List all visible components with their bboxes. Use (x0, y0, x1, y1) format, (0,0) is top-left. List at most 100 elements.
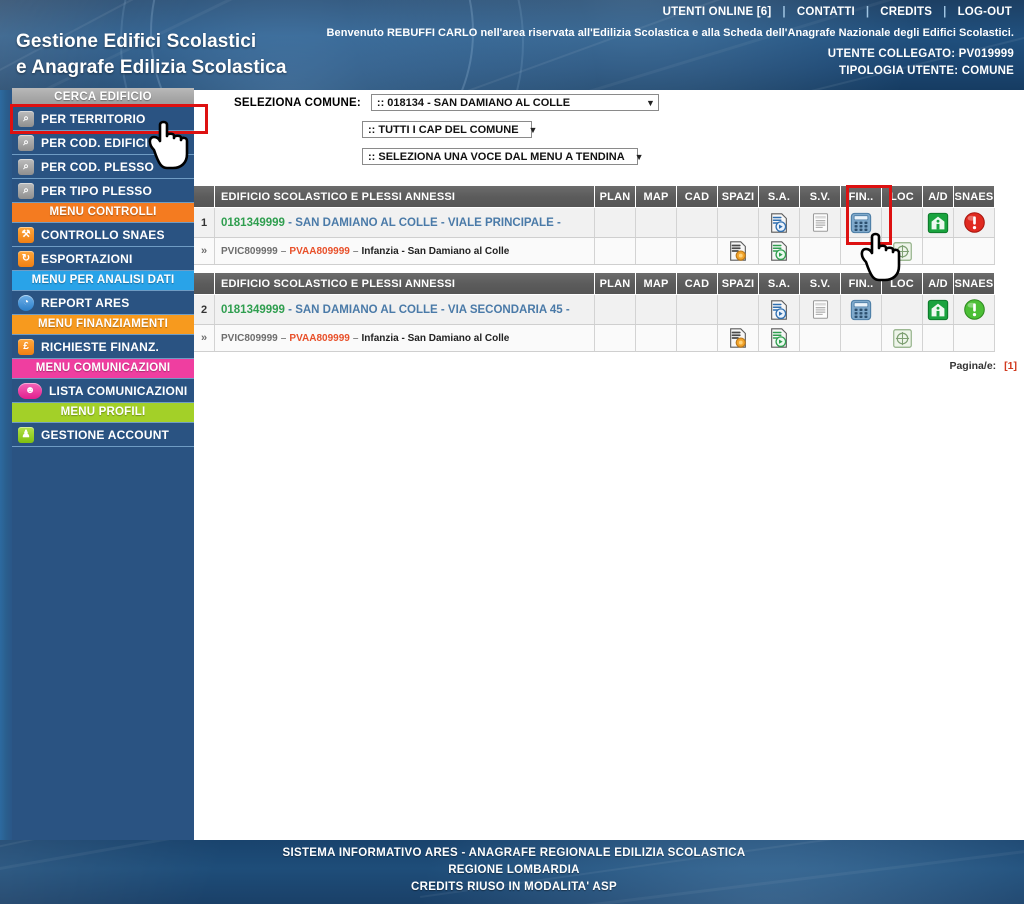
calculator-icon[interactable] (850, 212, 872, 234)
doc-check-icon[interactable] (768, 327, 790, 349)
building-name-cell[interactable]: 0181349999 - SAN DAMIANO AL COLLE - VIAL… (214, 207, 595, 238)
cell-loc[interactable] (881, 237, 923, 265)
sidebar-item-gestione-account[interactable]: ♟ GESTIONE ACCOUNT (12, 423, 194, 447)
cell-sa[interactable] (758, 207, 800, 238)
doc-list-icon[interactable] (810, 299, 831, 320)
table-header-ad[interactable]: A/D (922, 186, 954, 208)
cell-loc[interactable] (881, 324, 923, 352)
menu-tendina-select[interactable]: :: SELEZIONA UNA VOCE DAL MENU A TENDINA… (362, 148, 644, 165)
cell-snaes[interactable] (953, 207, 995, 238)
sidebar-category-menu-finanziamenti: MENU FINANZIAMENTI (12, 315, 194, 335)
table-header-plan[interactable]: PLAN (594, 273, 636, 295)
doc-search-icon[interactable] (768, 212, 790, 234)
cell-sa[interactable] (758, 294, 800, 325)
table-header-sv[interactable]: S.V. (799, 273, 841, 295)
cell-spazi[interactable] (717, 324, 759, 352)
table-row-plesso[interactable]: » PVIC809999 – PVAA809999 – Infanzia - Sa… (194, 324, 995, 352)
row-index: 1 (194, 207, 215, 238)
cap-select[interactable]: :: TUTTI I CAP DEL COMUNE ▼ (362, 121, 537, 138)
table-row-building[interactable]: 1 0181349999 - SAN DAMIANO AL COLLE - VIA… (194, 207, 995, 238)
cell-spazi (717, 207, 759, 238)
plesso-sede-code: PVAA809999 (289, 333, 350, 344)
plesso-name-cell[interactable]: PVIC809999 – PVAA809999 – Infanzia - San… (214, 237, 595, 265)
cell-snaes[interactable] (953, 294, 995, 325)
sidebar-item-label: LISTA COMUNICAZIONI (49, 383, 188, 398)
table-header-snaes[interactable]: SNAES (953, 273, 995, 295)
table-header-cad[interactable]: CAD (676, 273, 718, 295)
table-header-snaes[interactable]: SNAES (953, 186, 995, 208)
table-header-name[interactable]: EDIFICIO SCOLASTICO E PLESSI ANNESSI (214, 273, 595, 295)
plesso-dash: – (280, 333, 287, 344)
export-icon: ↻ (18, 250, 34, 267)
doc-coin-icon[interactable] (727, 240, 749, 262)
sidebar-item-controllo-snaes[interactable]: ⚒ CONTROLLO SNAES (12, 223, 194, 247)
sidebar-item-per-tipo-plesso[interactable]: ⌕ PER TIPO PLESSO (12, 179, 194, 203)
table-header-map[interactable]: MAP (635, 186, 677, 208)
building-name-cell[interactable]: 0181349999 - SAN DAMIANO AL COLLE - VIA … (214, 294, 595, 325)
logout-link[interactable]: LOG-OUT (956, 6, 1014, 18)
table-header-fin[interactable]: FIN.. (840, 186, 882, 208)
cap-select-value: :: TUTTI I CAP DEL COMUNE (368, 123, 519, 136)
table-row-plesso[interactable]: » PVIC809999 – PVAA809999 – Infanzia - Sa… (194, 237, 995, 265)
table-header-label: EDIFICIO SCOLASTICO E PLESSI ANNESSI (221, 190, 456, 203)
cell-ad[interactable] (922, 207, 954, 238)
comune-select[interactable]: :: 018134 - SAN DAMIANO AL COLLE ▼ (370, 94, 659, 111)
green-alert-icon[interactable] (963, 298, 986, 321)
cell-sv[interactable] (799, 294, 841, 325)
cell-sa[interactable] (758, 324, 800, 352)
green-building-icon[interactable] (927, 299, 949, 321)
calculator-icon[interactable] (850, 299, 872, 321)
table-header-loc[interactable]: LOC (881, 186, 923, 208)
table-header-cad[interactable]: CAD (676, 186, 718, 208)
cell-ad[interactable] (922, 294, 954, 325)
doc-search-icon[interactable] (768, 299, 790, 321)
doc-list-icon[interactable] (810, 212, 831, 233)
cell-snaes (953, 237, 995, 265)
cell-fin[interactable] (840, 207, 882, 238)
utenti-online-link[interactable]: UTENTI ONLINE [6] (661, 6, 774, 18)
doc-check-icon[interactable] (768, 240, 790, 262)
cell-spazi[interactable] (717, 237, 759, 265)
table-header-spazi[interactable]: SPAZI (717, 186, 759, 208)
cell-sa[interactable] (758, 237, 800, 265)
table-header-ad[interactable]: A/D (922, 273, 954, 295)
table-header-fin[interactable]: FIN.. (840, 273, 882, 295)
results-table: EDIFICIO SCOLASTICO E PLESSI ANNESSI PLAN… (194, 273, 995, 352)
sidebar-item-richieste-finanz[interactable]: £ RICHIESTE FINANZ. (12, 335, 194, 359)
table-header-sa[interactable]: S.A. (758, 186, 800, 208)
contatti-link[interactable]: CONTATTI (795, 6, 857, 18)
pagination: Pagina/e: [1] (949, 360, 1017, 372)
credits-link[interactable]: CREDITS (878, 6, 934, 18)
plesso-name-cell[interactable]: PVIC809999 – PVAA809999 – Infanzia - San… (214, 324, 595, 352)
table-header-spazi[interactable]: SPAZI (717, 273, 759, 295)
sidebar-item-per-cod-plesso[interactable]: ⌕ PER COD. PLESSO (12, 155, 194, 179)
table-header-map[interactable]: MAP (635, 273, 677, 295)
sidebar-category-label: MENU COMUNICAZIONI (35, 362, 171, 374)
red-alert-icon[interactable] (963, 211, 986, 234)
table-header-sv[interactable]: S.V. (799, 186, 841, 208)
sidebar-item-per-territorio[interactable]: ⌕ PER TERRITORIO (12, 107, 194, 131)
sidebar-item-esportazioni[interactable]: ↻ ESPORTAZIONI (12, 247, 194, 271)
map-pin-icon[interactable] (892, 328, 913, 349)
table-header-index (194, 186, 215, 208)
sidebar-item-report-ares[interactable]: ◔ REPORT ARES (12, 291, 194, 315)
doc-coin-icon[interactable] (727, 327, 749, 349)
table-header-label: EDIFICIO SCOLASTICO E PLESSI ANNESSI (221, 277, 456, 290)
seleziona-comune-label: SELEZIONA COMUNE: (234, 96, 361, 109)
sidebar-item-label: PER TERRITORIO (41, 111, 146, 126)
plesso-description: Infanzia - San Damiano al Colle (361, 246, 510, 257)
green-building-icon[interactable] (927, 212, 949, 234)
table-header-label: S.A. (767, 277, 791, 290)
table-row-building[interactable]: 2 0181349999 - SAN DAMIANO AL COLLE - VIA… (194, 294, 995, 325)
cell-sv[interactable] (799, 207, 841, 238)
table-header-loc[interactable]: LOC (881, 273, 923, 295)
sidebar-item-lista-comunicazioni[interactable]: ☻ LISTA COMUNICAZIONI (12, 379, 194, 403)
cell-fin[interactable] (840, 294, 882, 325)
table-header-sa[interactable]: S.A. (758, 273, 800, 295)
table-header-plan[interactable]: PLAN (594, 186, 636, 208)
table-header-label: SPAZI (721, 190, 755, 203)
map-pin-icon[interactable] (892, 241, 913, 262)
table-header-name[interactable]: EDIFICIO SCOLASTICO E PLESSI ANNESSI (214, 186, 595, 208)
pagination-page-number[interactable]: [1] (1004, 360, 1017, 372)
sidebar-item-per-cod-edificio[interactable]: ⌕ PER COD. EDIFICIO (12, 131, 194, 155)
